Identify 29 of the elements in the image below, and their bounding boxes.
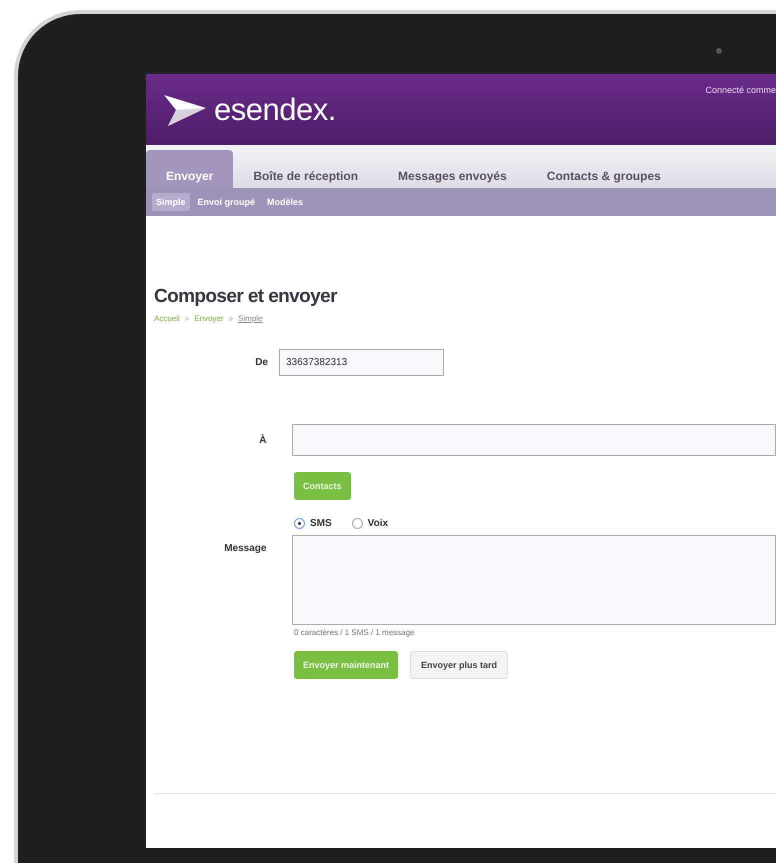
field-label: De [254,357,268,368]
breadcrumb-separator: » [228,314,234,323]
sub-nav-tab[interactable]: Simple [152,193,190,211]
message-type-radio[interactable]: Voix [352,518,388,529]
nav-tab[interactable]: Messages envoyés [378,150,527,188]
login-status-text: Connecté comme [705,85,776,95]
contacts-button[interactable]: Contacts [294,472,351,500]
breadcrumb-link[interactable]: Simple [238,314,263,323]
logo-text: esendex. [214,92,336,128]
nav-tab[interactable]: Contacts & groupes [526,150,681,188]
character-counter: 0 caractères / 1 SMS / 1 message [294,628,414,637]
send-now-button[interactable]: Envoyer maintenant [294,651,398,679]
breadcrumb-link[interactable]: Envoyer [194,314,224,323]
logo-arrow-icon [162,92,208,126]
message-field[interactable] [292,535,776,625]
sub-nav-tab[interactable]: Modèles [263,193,308,211]
page-title: Composer et envoyer [154,286,338,308]
sub-nav-tab[interactable]: Envoi groupé [194,193,260,211]
field-label: Message [223,543,266,554]
breadcrumb-separator: » [184,314,190,323]
sender-field[interactable]: 33637382313 [279,349,444,376]
recipient-field[interactable] [292,424,776,456]
nav-tab[interactable]: Boîte de réception [233,150,378,188]
nav-tab[interactable]: Envoyer [146,150,234,188]
camera-icon [716,48,722,54]
breadcrumb-link[interactable]: Accueil [154,314,180,323]
message-type-radio[interactable]: SMS [294,518,332,529]
send-later-button[interactable]: Envoyer plus tard [410,651,508,679]
field-label: À [258,434,266,446]
